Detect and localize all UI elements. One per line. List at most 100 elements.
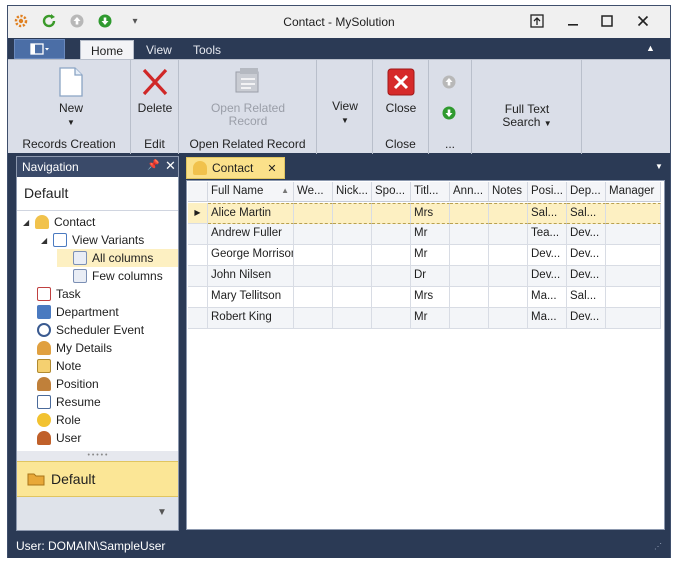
application-menu-button[interactable]: [14, 39, 65, 59]
column-header-title[interactable]: Titl...: [411, 182, 450, 202]
down-arrow-icon[interactable]: [441, 105, 457, 124]
row-indicator[interactable]: ▶: [188, 203, 208, 224]
table-cell[interactable]: [606, 203, 661, 224]
column-header-we[interactable]: We...: [294, 182, 333, 202]
collapse-icon[interactable]: ◢: [41, 236, 51, 245]
column-header-position[interactable]: Posi...: [528, 182, 567, 202]
document-tab-contact[interactable]: Contact ✕: [186, 157, 285, 179]
close-panel-icon[interactable]: ✕: [165, 158, 176, 174]
table-cell[interactable]: Robert King: [208, 308, 294, 329]
tab-list-dropdown-icon[interactable]: ▼: [655, 162, 663, 171]
table-cell[interactable]: [372, 266, 411, 287]
table-cell[interactable]: [294, 287, 333, 308]
table-cell[interactable]: [294, 203, 333, 224]
table-cell[interactable]: Dr: [411, 266, 450, 287]
close-tab-icon[interactable]: ✕: [267, 162, 276, 175]
tree-item-user[interactable]: User: [37, 429, 81, 447]
table-cell[interactable]: [333, 245, 372, 266]
tab-tools[interactable]: Tools: [183, 40, 231, 60]
table-cell[interactable]: Mrs: [411, 287, 450, 308]
table-cell[interactable]: [606, 266, 661, 287]
column-header-department[interactable]: Dep...: [567, 182, 606, 202]
table-cell[interactable]: Dev...: [567, 245, 606, 266]
column-header-nick[interactable]: Nick...: [333, 182, 372, 202]
navigation-group-default[interactable]: Default: [17, 461, 178, 497]
table-cell[interactable]: Sal...: [567, 203, 606, 224]
expand-groups-icon[interactable]: ▼: [157, 507, 167, 518]
delete-button[interactable]: Delete: [133, 66, 177, 115]
tree-item-note[interactable]: Note: [37, 357, 81, 375]
table-cell[interactable]: Mr: [411, 308, 450, 329]
table-cell[interactable]: Dev...: [567, 308, 606, 329]
table-cell[interactable]: [372, 224, 411, 245]
table-cell[interactable]: [372, 245, 411, 266]
tab-view[interactable]: View: [136, 40, 182, 60]
open-related-record-button[interactable]: Open Related Record: [207, 66, 289, 128]
table-cell[interactable]: [489, 224, 528, 245]
tab-home[interactable]: Home: [80, 40, 135, 60]
table-cell[interactable]: [489, 245, 528, 266]
table-cell[interactable]: Sal...: [567, 287, 606, 308]
tree-item-department[interactable]: Department: [37, 303, 119, 321]
panel-splitter[interactable]: • • • • •: [17, 451, 178, 461]
table-cell[interactable]: Dev...: [528, 266, 567, 287]
table-cell[interactable]: [294, 245, 333, 266]
resize-grip-icon[interactable]: ⋰: [654, 542, 662, 551]
table-cell[interactable]: Tea...: [528, 224, 567, 245]
view-button[interactable]: View ▼: [323, 100, 367, 127]
table-cell[interactable]: [606, 308, 661, 329]
pin-panel-icon[interactable]: 📌: [147, 160, 159, 171]
table-cell[interactable]: Mr: [411, 245, 450, 266]
tree-item-task[interactable]: Task: [37, 285, 81, 303]
maximize-icon[interactable]: [598, 12, 616, 30]
table-cell[interactable]: [606, 287, 661, 308]
row-indicator[interactable]: [188, 287, 208, 308]
collapse-icon[interactable]: ◢: [23, 218, 33, 227]
table-cell[interactable]: George Morrison: [208, 245, 294, 266]
table-cell[interactable]: Mary Tellitson: [208, 287, 294, 308]
tree-item-all-columns[interactable]: All columns: [57, 249, 178, 267]
table-cell[interactable]: [333, 287, 372, 308]
table-cell[interactable]: [450, 266, 489, 287]
row-indicator[interactable]: [188, 308, 208, 329]
table-cell[interactable]: Sal...: [528, 203, 567, 224]
table-cell[interactable]: [294, 308, 333, 329]
table-cell[interactable]: [450, 224, 489, 245]
table-cell[interactable]: [489, 266, 528, 287]
table-cell[interactable]: [489, 203, 528, 224]
table-cell[interactable]: [450, 203, 489, 224]
new-button[interactable]: New ▼: [46, 66, 96, 129]
row-indicator[interactable]: [188, 245, 208, 266]
close-button[interactable]: Close: [379, 66, 423, 115]
table-cell[interactable]: Mr: [411, 224, 450, 245]
tree-item-role[interactable]: Role: [37, 411, 81, 429]
table-cell[interactable]: [294, 266, 333, 287]
table-cell[interactable]: [333, 203, 372, 224]
table-cell[interactable]: Dev...: [567, 224, 606, 245]
collapse-ribbon-icon[interactable]: ▲: [646, 43, 655, 53]
table-cell[interactable]: John Nilsen: [208, 266, 294, 287]
table-cell[interactable]: [606, 245, 661, 266]
table-cell[interactable]: Andrew Fuller: [208, 224, 294, 245]
tree-item-position[interactable]: Position: [37, 375, 99, 393]
column-header-spo[interactable]: Spo...: [372, 182, 411, 202]
column-header-notes[interactable]: Notes: [489, 182, 528, 202]
column-header-full-name[interactable]: Full Name ▲: [208, 182, 294, 202]
table-cell[interactable]: [450, 308, 489, 329]
tree-item-few-columns[interactable]: Few columns: [73, 267, 163, 285]
row-indicator[interactable]: [188, 266, 208, 287]
table-cell[interactable]: [606, 224, 661, 245]
table-cell[interactable]: [372, 203, 411, 224]
close-window-icon[interactable]: [634, 12, 652, 30]
table-cell[interactable]: Dev...: [528, 245, 567, 266]
column-header-ann[interactable]: Ann...: [450, 182, 489, 202]
minimize-icon[interactable]: [564, 12, 582, 30]
full-text-search-button[interactable]: Full Text Search ▼: [492, 103, 562, 130]
pin-ribbon-icon[interactable]: [528, 12, 546, 30]
tree-item-my-details[interactable]: My Details: [37, 339, 112, 357]
up-arrow-icon[interactable]: [441, 74, 457, 93]
tree-item-scheduler-event[interactable]: Scheduler Event: [37, 321, 144, 339]
table-cell[interactable]: [333, 224, 372, 245]
row-indicator[interactable]: [188, 224, 208, 245]
tree-item-view-variants[interactable]: ◢ View Variants: [41, 231, 144, 249]
